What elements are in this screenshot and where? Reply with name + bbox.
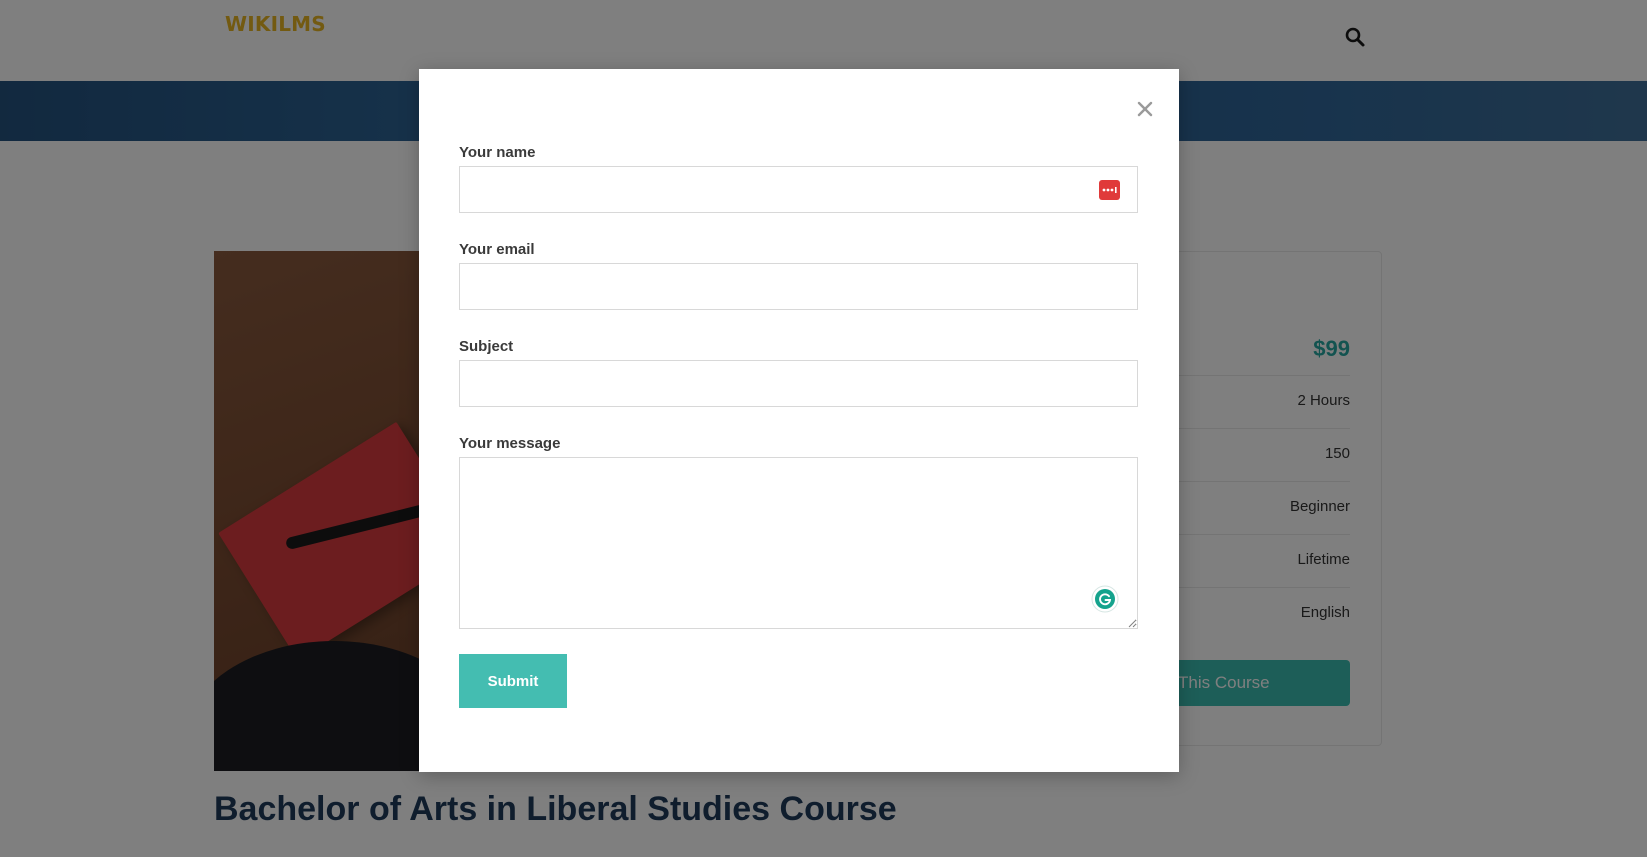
- message-label: Your message: [459, 435, 561, 452]
- submit-button[interactable]: Submit: [459, 654, 567, 708]
- resize-grip-icon[interactable]: [1128, 619, 1137, 628]
- subject-label: Subject: [459, 338, 514, 355]
- email-label: Your email: [459, 241, 535, 258]
- name-label: Your name: [459, 144, 536, 161]
- close-icon[interactable]: [1132, 96, 1158, 122]
- name-input[interactable]: [459, 166, 1138, 213]
- message-textarea[interactable]: [459, 457, 1138, 629]
- subject-input[interactable]: [459, 360, 1138, 407]
- grammarly-icon[interactable]: [1091, 585, 1119, 613]
- email-input[interactable]: [459, 263, 1138, 310]
- password-manager-icon[interactable]: [1099, 180, 1120, 200]
